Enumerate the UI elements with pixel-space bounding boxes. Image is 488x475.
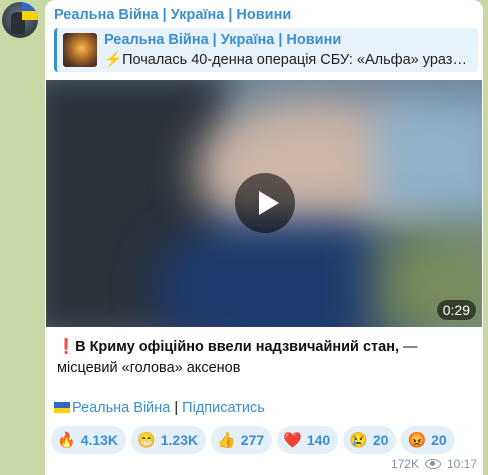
message-time: 10:17 — [446, 457, 477, 471]
thumbs-up-icon: 👍 — [217, 431, 236, 449]
grin-icon: 😁 — [137, 431, 156, 449]
play-button[interactable] — [235, 173, 295, 233]
reaction-count: 277 — [240, 432, 265, 448]
angry-icon: 😡 — [407, 431, 427, 449]
message-meta: 172K 10:17 — [391, 457, 477, 471]
reply-title: Реальна Війна | Україна | Новини — [104, 32, 342, 48]
channel-link[interactable]: Реальна Війна — [72, 400, 170, 416]
reaction-crying[interactable]: 😢 20 — [343, 426, 397, 454]
post-links: Реальна Війна | Підписатись — [54, 400, 265, 416]
fire-icon: 🔥 — [57, 431, 76, 449]
reply-preview[interactable]: Реальна Війна | Україна | Новини ⚡Почала… — [54, 28, 478, 72]
eye-icon — [424, 459, 441, 469]
reaction-count: 20 — [431, 432, 447, 448]
reply-thumbnail — [63, 33, 97, 67]
view-count: 172K — [390, 457, 419, 471]
message-bubble: Реальна Війна | Україна | Новини Реальна… — [45, 0, 483, 475]
reaction-count: 1.23K — [160, 432, 199, 448]
video-duration: 0:29 — [436, 300, 476, 320]
ukraine-flag-icon — [22, 2, 38, 20]
channel-avatar[interactable] — [2, 2, 38, 38]
channel-title[interactable]: Реальна Війна | Україна | Новини — [54, 7, 291, 23]
video-preview[interactable]: 0:29 — [46, 80, 482, 327]
reaction-grin[interactable]: 😁 1.23K — [131, 426, 207, 454]
ukraine-flag-icon — [54, 402, 70, 413]
reply-text: ⚡Почалась 40-денна операція СБУ: «Альфа»… — [104, 51, 474, 68]
reaction-count: 20 — [372, 432, 389, 448]
heart-icon: ❤️ — [283, 431, 302, 449]
caption-bold: В Криму офіційно ввели надзвичайний стан… — [75, 339, 400, 355]
post-caption: ❗В Криму офіційно ввели надзвичайний ста… — [57, 337, 475, 379]
reaction-angry[interactable]: 😡 20 — [401, 426, 455, 454]
reactions-bar: 🔥 4.13K 😁 1.23K 👍 277 ❤️ 140 😢 20 😡 20 — [51, 426, 455, 454]
reply-text-body: Почалась 40-денна операція СБУ: «Альфа» … — [122, 52, 474, 68]
reaction-fire[interactable]: 🔥 4.13K — [51, 426, 127, 454]
reaction-count: 4.13K — [80, 432, 119, 448]
exclamation-icon: ❗ — [57, 339, 76, 355]
reaction-thumbs-up[interactable]: 👍 277 — [211, 426, 273, 454]
reaction-count: 140 — [306, 432, 331, 448]
play-icon — [259, 191, 279, 215]
subscribe-link[interactable]: Підписатись — [182, 400, 265, 416]
reaction-heart[interactable]: ❤️ 140 — [277, 426, 339, 454]
lightning-icon: ⚡ — [104, 52, 123, 68]
link-separator: | — [170, 400, 183, 416]
crying-icon: 😢 — [349, 431, 368, 449]
